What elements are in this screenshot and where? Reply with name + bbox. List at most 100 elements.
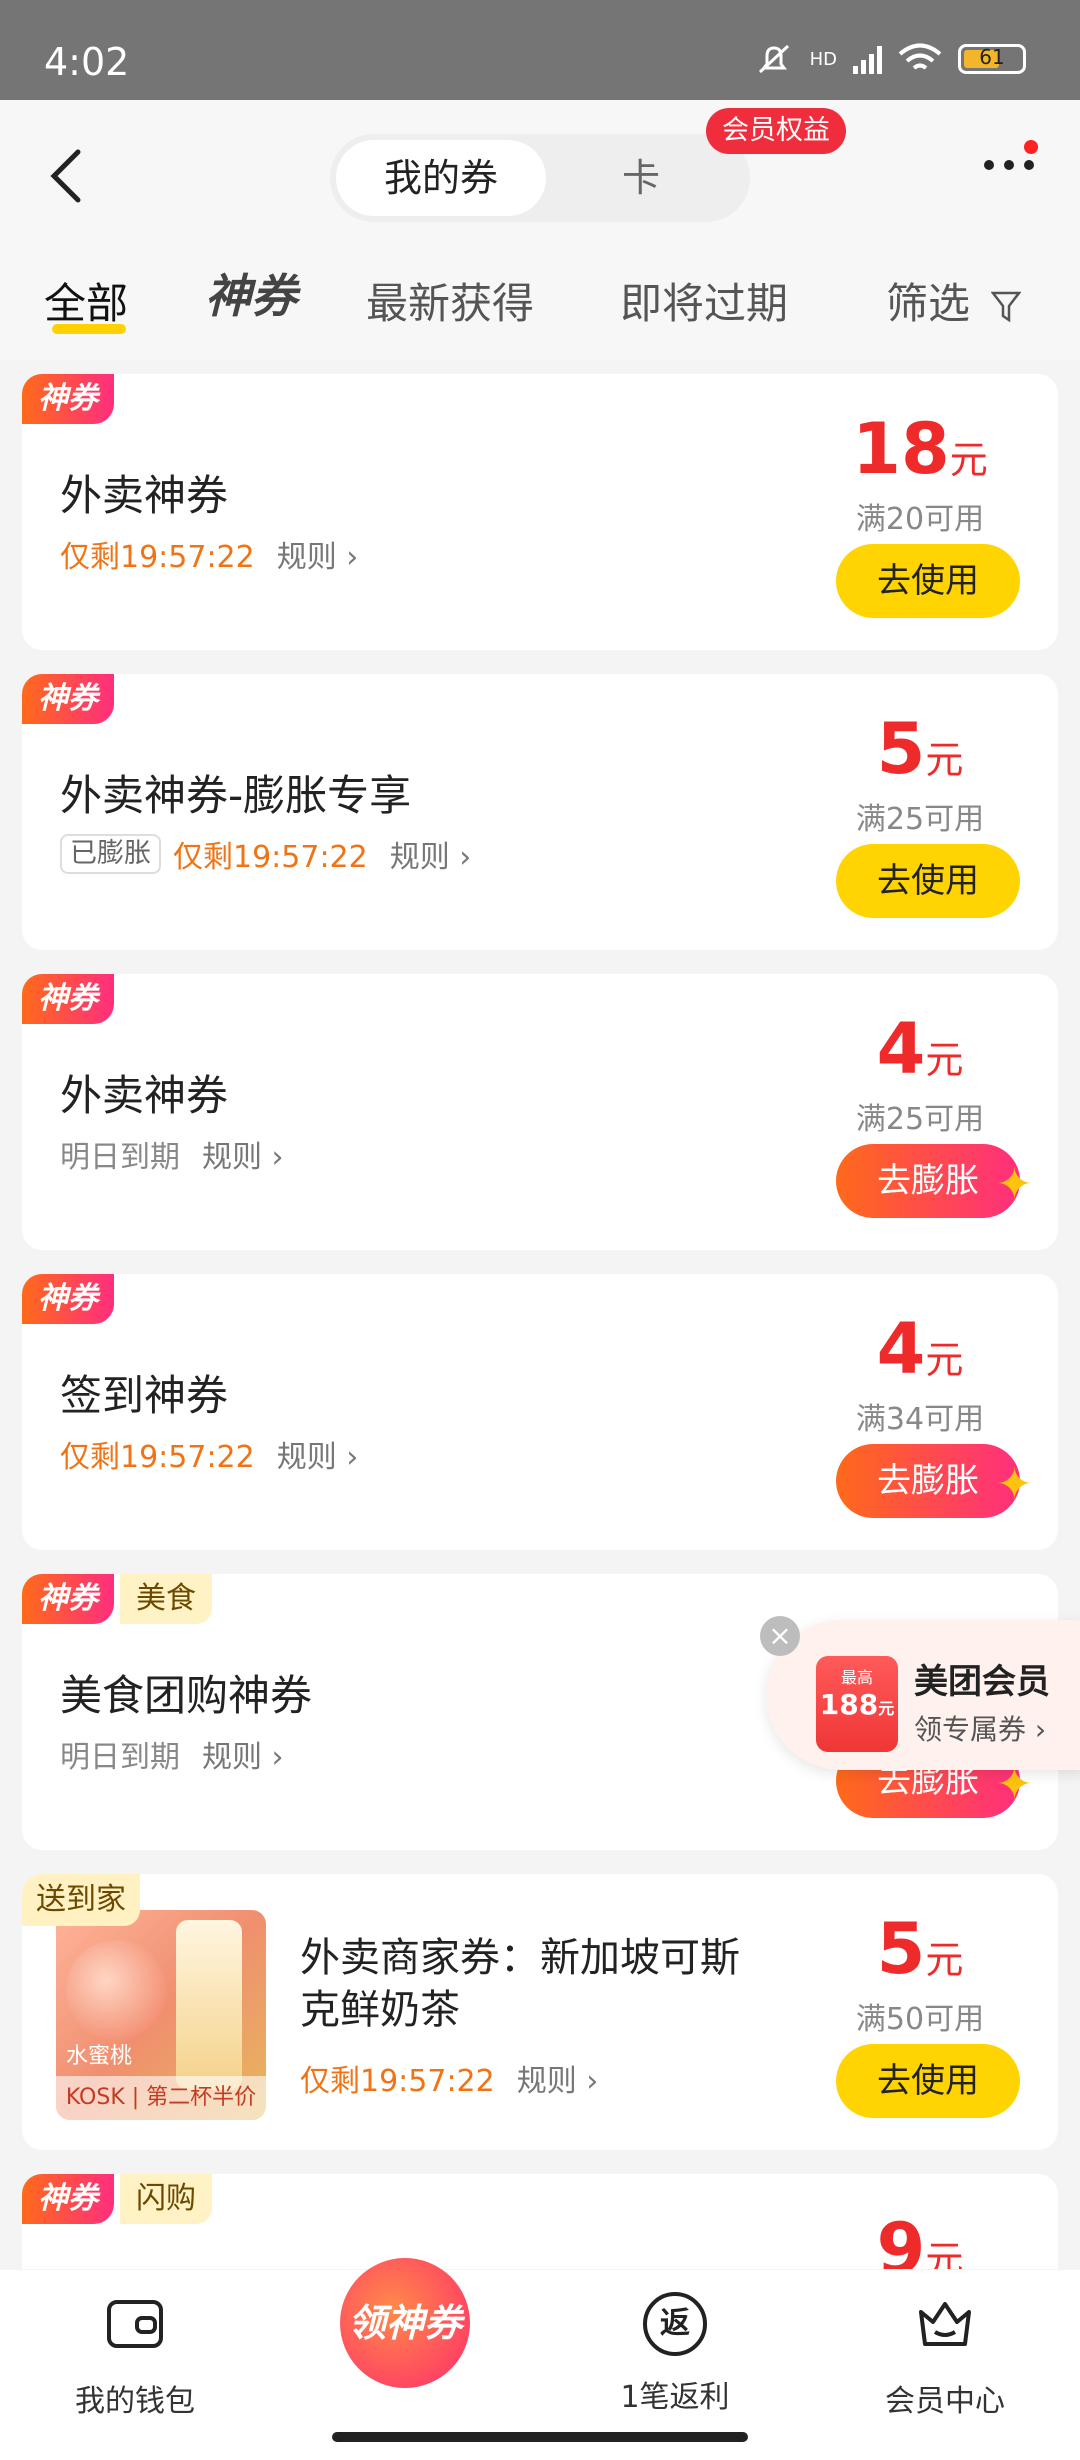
rule-link[interactable]: 规则 › <box>277 1432 359 1476</box>
shenquan-tag: 神券 <box>22 374 114 424</box>
coupon-card-switch: 我的券 卡 <box>330 134 750 222</box>
coupon-condition: 满25可用 <box>855 802 985 837</box>
coupon-meta: 仅剩19:57:22 规则 › <box>300 2056 598 2100</box>
tab-my-coupons[interactable]: 我的券 <box>336 140 546 216</box>
filter-screen[interactable]: 筛选 <box>886 270 1022 331</box>
rule-link[interactable]: 规则 › <box>202 1132 284 1176</box>
coupon-card[interactable]: 神券 外卖神券-膨胀专享 已膨胀 仅剩19:57:22 规则 › 5元 满25可… <box>22 674 1058 950</box>
shenquan-tag: 神券 <box>22 1274 114 1324</box>
use-button[interactable]: 去使用 <box>836 844 1020 918</box>
countdown: 仅剩19:57:22 <box>300 2064 495 2099</box>
signal-icon <box>853 44 882 74</box>
status-icons: HD 61 <box>754 42 1026 76</box>
coupon-title: 外卖商家券：新加坡可斯克鲜奶茶 <box>300 1935 740 2033</box>
filter-newest[interactable]: 最新获得 <box>366 270 534 331</box>
coupon-meta: 仅剩19:57:22 规则 › <box>60 1432 358 1476</box>
expiry-text: 明日到期 <box>60 1140 180 1175</box>
drink-can-graphic <box>176 1920 242 2090</box>
crown-icon <box>919 2302 971 2346</box>
status-time: 4:02 <box>44 40 130 84</box>
coupon-condition: 满20可用 <box>855 502 985 537</box>
filter-all[interactable]: 全部 <box>44 270 128 331</box>
mute-bell-icon <box>758 44 789 74</box>
sparkle-icon: ✦ <box>996 1159 1033 1210</box>
nav-member-center[interactable]: 会员中心 <box>835 2292 1055 2420</box>
shenquan-tag: 神券 <box>22 1574 114 1624</box>
network-label: HD <box>809 48 837 70</box>
filter-shenquan[interactable]: 神券 <box>205 260 297 326</box>
coupon-condition: 满34可用 <box>855 1402 985 1437</box>
delivery-tag: 送到家 <box>22 1874 140 1926</box>
back-arrow-icon[interactable] <box>46 146 86 206</box>
coupon-condition: 满50可用 <box>855 2002 985 2037</box>
nav-member-label: 会员中心 <box>885 2384 1005 2419</box>
coupon-title: 外卖神券 <box>60 471 229 520</box>
store-coupon-card[interactable]: 水蜜桃 KOSK | 第二杯半价 送到家 外卖商家券：新加坡可斯克鲜奶茶 仅剩1… <box>22 1874 1058 2150</box>
coupon-card[interactable]: 神券 签到神券 仅剩19:57:22 规则 › 4元 满34可用 去膨胀 ✦ <box>22 1274 1058 1550</box>
coupon-title: 外卖神券 <box>60 1071 229 1120</box>
notification-dot <box>1024 140 1038 154</box>
coupon-amount: 5元 <box>876 1908 964 1990</box>
coupon-amount: 4元 <box>876 1008 964 1090</box>
coupon-meta: 仅剩19:57:22 规则 › <box>60 532 358 576</box>
sparkle-icon: ✦ <box>996 1459 1033 1510</box>
coupon-condition: 满25可用 <box>855 1102 985 1137</box>
member-banner-sub: 领专属券 › <box>914 1713 1047 1746</box>
coupon-list: 神券 外卖神券 仅剩19:57:22 规则 › 18元 满20可用 去使用 神券… <box>22 374 1058 2269</box>
header: 我的券 卡 会员权益 全部 神券 最新获得 即将过期 筛选 <box>0 100 1080 360</box>
coupon-title: 美食团购神券 <box>60 1671 313 1720</box>
use-button[interactable]: 去使用 <box>836 544 1020 618</box>
product-image-promo: KOSK | 第二杯半价 <box>56 2076 266 2120</box>
coupon-card[interactable]: 神券 外卖神券 明日到期 规则 › 4元 满25可用 去膨胀 ✦ <box>22 974 1058 1250</box>
more-menu-icon[interactable] <box>984 160 1034 170</box>
category-tag: 闪购 <box>120 2174 212 2224</box>
funnel-icon <box>991 291 1022 322</box>
coupon-card[interactable]: 神券 闪购 9元 <box>22 2174 1058 2269</box>
wallet-icon <box>107 2300 163 2348</box>
coupon-title: 签到神券 <box>60 1371 229 1420</box>
status-bar: 4:02 HD 61 <box>0 0 1080 100</box>
nav-wallet-label: 我的钱包 <box>75 2384 195 2419</box>
filter-tabs: 全部 神券 最新获得 即将过期 筛选 <box>0 260 1080 340</box>
coupon-meta: 明日到期 规则 › <box>60 1132 284 1176</box>
home-indicator <box>332 2432 748 2442</box>
nav-rebate[interactable]: 返 1笔返利 <box>565 2292 785 2416</box>
category-tag: 美食 <box>120 1574 212 1624</box>
coupon-meta: 明日到期 规则 › <box>60 1732 284 1776</box>
countdown: 仅剩19:57:22 <box>60 1440 255 1475</box>
rule-link[interactable]: 规则 › <box>517 2056 599 2100</box>
coupon-amount: 18元 <box>852 408 988 490</box>
member-float-banner[interactable]: × 最高 188元 美团会员 领专属券 › <box>760 1616 1080 1770</box>
countdown: 仅剩19:57:22 <box>173 840 368 875</box>
wifi-icon <box>898 43 942 70</box>
close-icon[interactable]: × <box>760 1616 800 1656</box>
get-shenquan-button[interactable]: 领神券 <box>340 2258 470 2388</box>
inflate-button[interactable]: 去膨胀 <box>836 1444 1020 1518</box>
coupon-title: 外卖神券-膨胀专享 <box>60 771 412 820</box>
rule-link[interactable]: 规则 › <box>202 1732 284 1776</box>
nav-wallet[interactable]: 我的钱包 <box>25 2292 245 2420</box>
shenquan-tag: 神券 <box>22 974 114 1024</box>
filter-expiring[interactable]: 即将过期 <box>620 270 788 331</box>
member-coupon-graphic: 最高 188元 <box>816 1656 898 1752</box>
shenquan-tag: 神券 <box>22 674 114 724</box>
inflate-button[interactable]: 去膨胀 <box>836 1144 1020 1218</box>
coupon-meta: 已膨胀 仅剩19:57:22 规则 › <box>60 832 471 876</box>
member-benefit-badge[interactable]: 会员权益 <box>706 108 846 154</box>
coupon-amount: 9元 <box>876 2208 964 2269</box>
member-banner-title: 美团会员 <box>914 1662 1050 1702</box>
shenquan-tag: 神券 <box>22 2174 114 2224</box>
tab-card[interactable]: 卡 <box>622 134 660 222</box>
product-image-text: 水蜜桃 <box>66 2044 133 2069</box>
coupon-card[interactable]: 神券 外卖神券 仅剩19:57:22 规则 › 18元 满20可用 去使用 <box>22 374 1058 650</box>
product-image: 水蜜桃 KOSK | 第二杯半价 <box>56 1910 266 2120</box>
active-tab-indicator <box>52 324 126 334</box>
peach-graphic <box>66 1940 166 2040</box>
rule-link[interactable]: 规则 › <box>390 832 472 876</box>
rule-link[interactable]: 规则 › <box>277 532 359 576</box>
expiry-text: 明日到期 <box>60 1740 180 1775</box>
nav-rebate-label: 1笔返利 <box>620 2380 730 2415</box>
rebate-icon: 返 <box>643 2292 707 2356</box>
inflated-pill: 已膨胀 <box>60 834 161 874</box>
use-button[interactable]: 去使用 <box>836 2044 1020 2118</box>
